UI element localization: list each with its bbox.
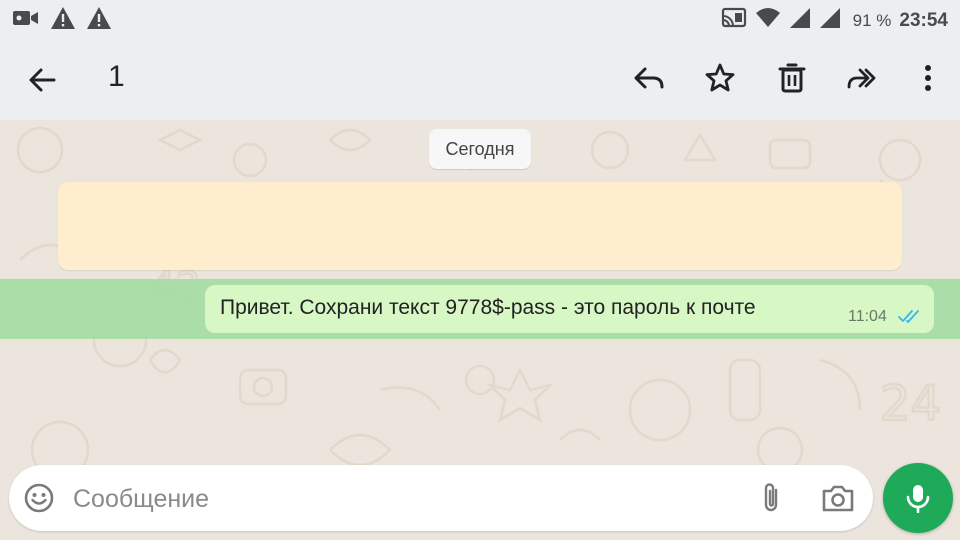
signal-icon — [789, 7, 811, 35]
reply-icon[interactable] — [631, 60, 667, 96]
voice-message-button[interactable] — [883, 463, 953, 533]
microphone-icon — [906, 485, 930, 513]
camera-icon[interactable] — [821, 483, 855, 513]
status-clock: 23:54 — [899, 10, 948, 31]
selection-action-bar: 1 — [0, 38, 960, 120]
warning-icon — [86, 6, 112, 35]
read-ticks-icon — [897, 307, 923, 325]
battery-percent: 91 % — [852, 11, 892, 30]
message-text: Привет. Сохрани текст 9778$-pass - это п… — [220, 296, 756, 319]
selected-count: 1 — [108, 60, 125, 93]
svg-text:24: 24 — [880, 376, 941, 432]
wifi-icon — [755, 7, 781, 35]
delete-icon[interactable] — [774, 60, 810, 96]
back-arrow-icon[interactable] — [24, 62, 60, 98]
status-bar: 91 % 23:54 — [0, 0, 960, 38]
warning-icon — [50, 6, 76, 35]
system-notice[interactable] — [58, 182, 902, 270]
date-chip: Сегодня — [429, 129, 531, 169]
paperclip-icon[interactable] — [758, 481, 786, 515]
video-camera-icon — [12, 6, 40, 35]
star-icon[interactable] — [702, 60, 738, 96]
forward-icon[interactable] — [845, 60, 881, 96]
cast-icon — [721, 6, 747, 36]
signal-icon — [819, 7, 841, 35]
message-composer — [9, 465, 873, 533]
outgoing-message-bubble[interactable]: Привет. Сохрани текст 9778$-pass - это п… — [205, 285, 934, 333]
message-time: 11:04 — [848, 308, 887, 325]
more-vert-icon[interactable] — [910, 60, 946, 96]
status-left-icons — [12, 6, 112, 35]
message-input[interactable] — [71, 465, 735, 533]
emoji-icon[interactable] — [23, 482, 55, 514]
status-right-icons: 91 % 23:54 — [721, 6, 948, 36]
